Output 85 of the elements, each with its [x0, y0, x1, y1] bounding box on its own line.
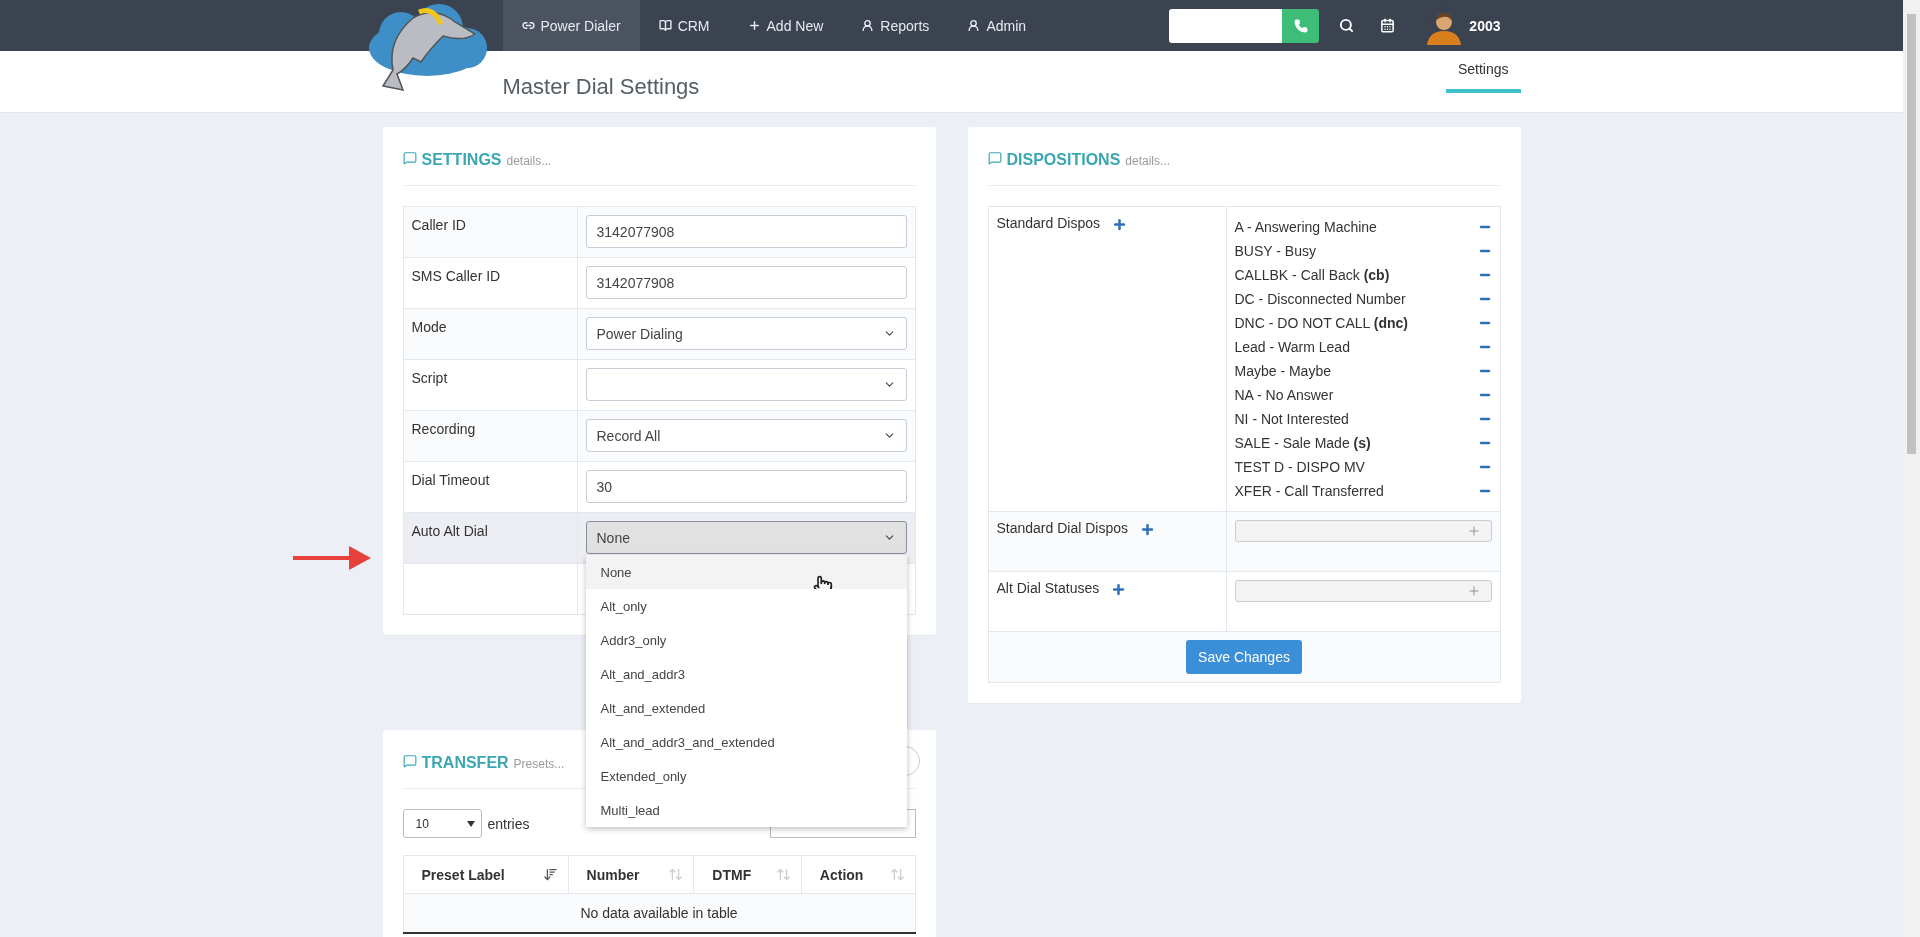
tab[interactable]: Settings	[1445, 51, 1521, 93]
nav-item[interactable]: Add New	[728, 0, 843, 51]
multi-select-field[interactable]	[1234, 580, 1492, 602]
group-label: Alt Dial Statuses	[996, 580, 1100, 596]
disposition-item: NA - No Answer	[1234, 387, 1334, 403]
phone-icon	[1293, 18, 1308, 33]
group-label: Standard Dial Dispos	[996, 520, 1128, 536]
disposition-item: Maybe - Maybe	[1234, 363, 1331, 379]
disposition-item: BUSY - Busy	[1234, 243, 1316, 259]
add-button[interactable]	[1111, 581, 1127, 597]
sort-icon	[775, 867, 791, 882]
empty-message: No data available in table	[403, 893, 915, 933]
book-icon	[658, 19, 672, 32]
disposition-item: SALE - Sale Made (s)	[1234, 435, 1371, 451]
disposition-item: CALLBK - Call Back (cb)	[1234, 267, 1390, 283]
field-label: Mode	[411, 318, 448, 335]
page-length-select[interactable]: 10	[402, 809, 482, 838]
dropdown-option[interactable]: Alt_and_addr3_and_extended	[585, 725, 907, 759]
field-label: Script	[411, 369, 449, 386]
column-header[interactable]: DTMF	[693, 855, 802, 894]
comment-icon	[402, 754, 417, 768]
comment-icon	[402, 151, 417, 165]
disposition-item: TEST D - DISPO MV	[1234, 459, 1365, 475]
disposition-item: DC - Disconnected Number	[1234, 291, 1406, 307]
dropdown-option[interactable]: Alt_only	[585, 589, 907, 623]
select-field[interactable]: Power Dialing	[585, 317, 907, 350]
add-button[interactable]	[1140, 521, 1155, 537]
calendar-icon	[1380, 18, 1396, 33]
search-icon	[1339, 18, 1355, 33]
field-label: Caller ID	[411, 216, 467, 233]
add-button[interactable]	[1112, 216, 1127, 232]
disposition-item: A - Answering Machine	[1234, 219, 1377, 235]
text-field[interactable]: 30	[585, 470, 907, 503]
dropdown-option[interactable]: Alt_and_addr3	[585, 657, 907, 691]
disposition-item: DNC - DO NOT CALL (dnc)	[1234, 315, 1408, 331]
card-title: DISPOSITIONS	[1006, 151, 1121, 169]
sort-icon	[542, 867, 558, 882]
plus-icon	[1111, 581, 1127, 597]
dropdown-option[interactable]: Extended_only	[585, 759, 907, 793]
field-label: SMS Caller ID	[411, 267, 502, 284]
plus-icon	[1466, 524, 1481, 538]
text-field[interactable]: 3142077908	[585, 215, 907, 248]
dropdown-option[interactable]: Alt_and_extended	[585, 691, 907, 725]
entries-label: entries	[487, 815, 530, 832]
disposition-item: XFER - Call Transferred	[1234, 483, 1384, 499]
plus-icon	[747, 19, 761, 32]
dropdown-option[interactable]: None	[585, 555, 907, 589]
person-icon	[861, 19, 875, 32]
nav-item[interactable]: Admin	[948, 0, 1046, 51]
sort-icon	[668, 867, 684, 882]
select-field[interactable]: Record All	[585, 419, 907, 452]
sort-icon	[889, 867, 905, 882]
caret-icon	[466, 820, 475, 827]
link-icon	[521, 19, 535, 32]
text-field[interactable]: 3142077908	[585, 266, 907, 299]
select-field[interactable]: None	[585, 521, 907, 554]
multi-select-field[interactable]	[1234, 520, 1492, 542]
group-label: Standard Dispos	[996, 215, 1100, 231]
select-field[interactable]	[585, 368, 907, 401]
card-title: SETTINGS	[421, 151, 502, 169]
plus-icon	[1140, 521, 1155, 537]
column-header[interactable]: Action	[801, 855, 915, 894]
person-icon	[967, 19, 981, 32]
scrollbar[interactable]	[1903, 0, 1920, 937]
nav-item[interactable]: CRM	[639, 0, 729, 51]
field-label: Auto Alt Dial	[411, 522, 489, 539]
nav-item[interactable]: Reports	[842, 0, 949, 51]
page-title: Master Dial Settings	[502, 73, 700, 100]
search-field[interactable]	[769, 809, 916, 838]
field-label: Dial Timeout	[411, 471, 491, 488]
disposition-item: NI - Not Interested	[1234, 411, 1349, 427]
field-label: Recording	[411, 420, 477, 437]
dropdown-option[interactable]: Addr3_only	[585, 623, 907, 657]
column-header[interactable]: Preset Label	[403, 855, 569, 894]
disposition-item: Lead - Warm Lead	[1234, 339, 1350, 355]
plus-icon	[1466, 584, 1481, 598]
nav-item[interactable]: Power Dialer	[502, 0, 640, 51]
call-button[interactable]	[1282, 8, 1320, 43]
plus-icon	[1112, 216, 1127, 232]
column-header[interactable]: Number	[568, 855, 694, 894]
dropdown-option[interactable]: Multi_lead	[585, 793, 907, 827]
user-name[interactable]: 2003	[1469, 17, 1501, 34]
comment-icon	[987, 151, 1002, 165]
card-title: TRANSFER	[421, 754, 509, 772]
dial-input[interactable]	[1169, 8, 1283, 43]
